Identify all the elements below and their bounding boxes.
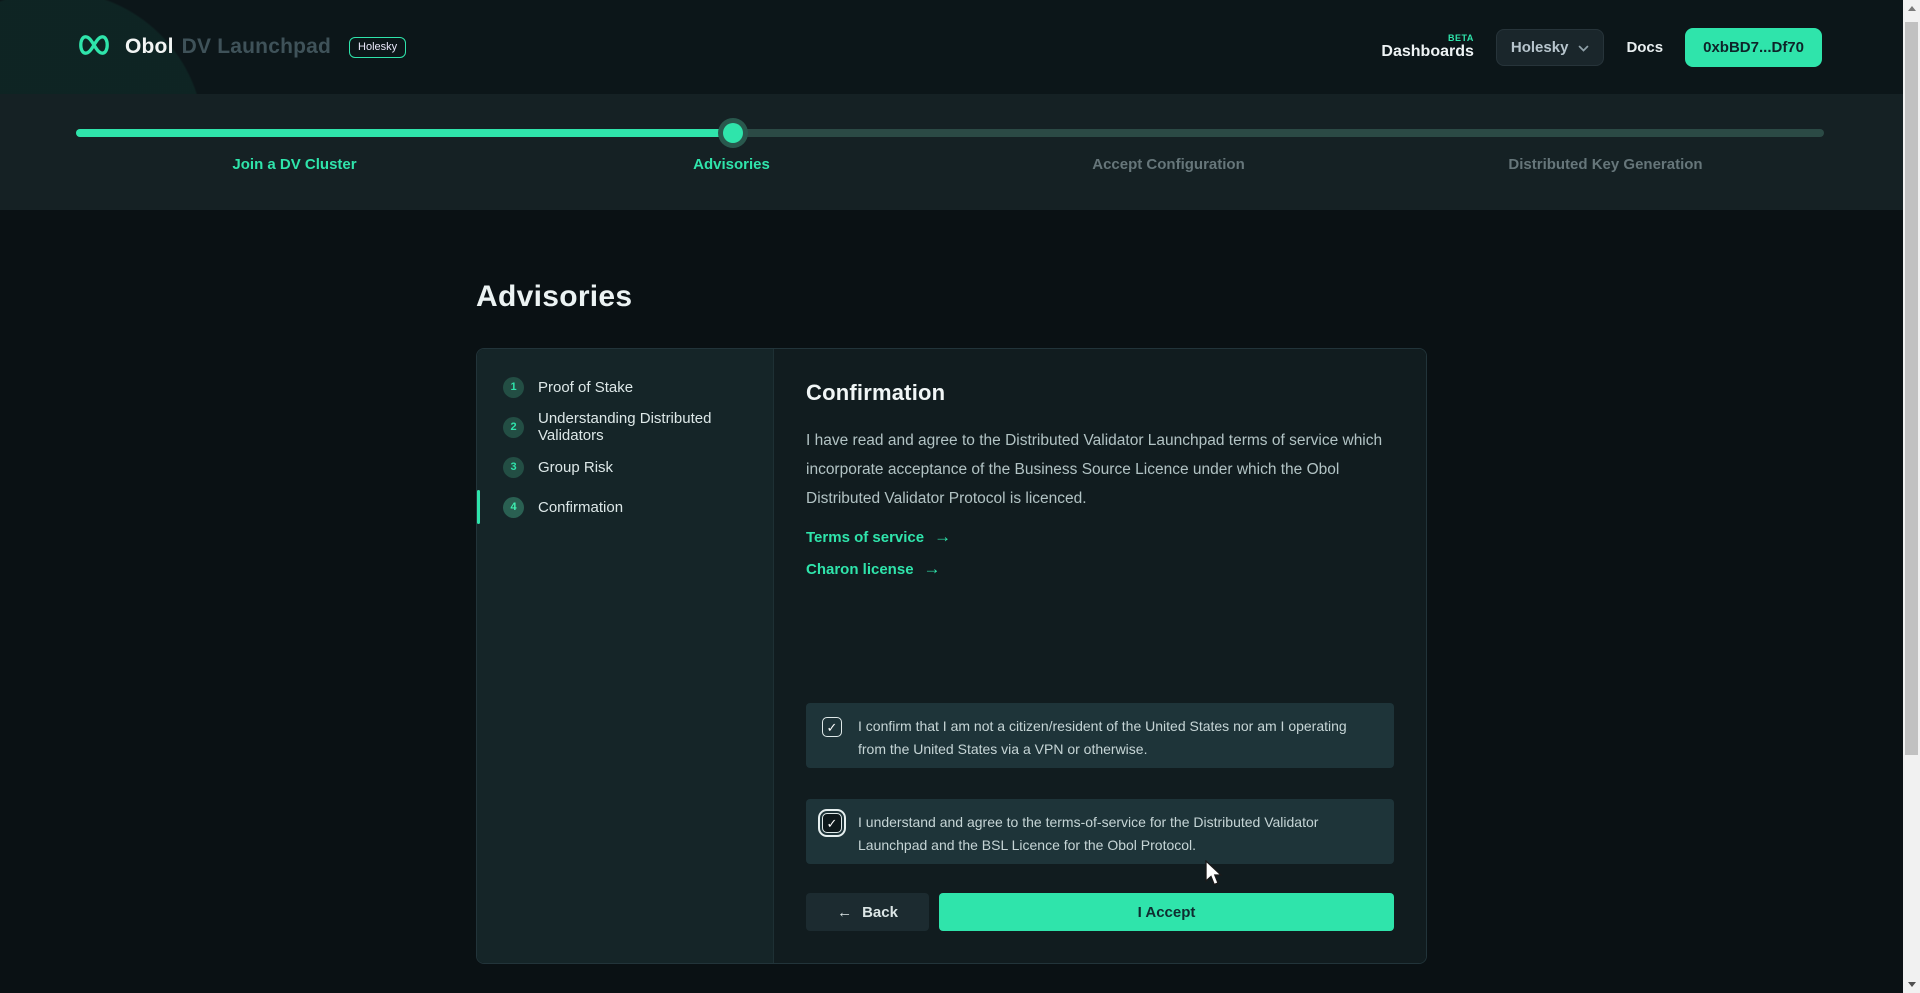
obol-infinity-icon	[75, 34, 113, 61]
stepper-step-join-cluster: Join a DV Cluster	[76, 155, 513, 175]
progress-stepper: Join a DV Cluster Advisories Accept Conf…	[0, 94, 1903, 210]
top-bar: Obol DV Launchpad Holesky BETA Dashboard…	[0, 0, 1903, 94]
advisory-steps-sidebar: 1 Proof of Stake 2 Understanding Distrib…	[477, 349, 774, 963]
advisories-card: 1 Proof of Stake 2 Understanding Distrib…	[476, 348, 1427, 964]
accept-button[interactable]: I Accept	[939, 893, 1394, 931]
network-selector-value: Holesky	[1511, 39, 1569, 56]
back-button-label: Back	[862, 904, 898, 921]
active-indicator	[477, 490, 480, 524]
arrow-right-icon: →	[924, 559, 941, 579]
checkbox-label: I confirm that I am not a citizen/reside…	[858, 710, 1378, 761]
dashboards-label: Dashboards	[1381, 43, 1473, 61]
stepper-step-accept-configuration: Accept Configuration	[950, 155, 1387, 175]
main-content: Advisories 1 Proof of Stake 2 Understand…	[0, 210, 1903, 993]
page-title: Advisories	[0, 210, 1903, 315]
vertical-scrollbar[interactable]	[1903, 0, 1920, 993]
scrollbar-down-arrow[interactable]	[1903, 976, 1920, 993]
step-number-badge: 3	[503, 457, 524, 478]
nav-docs-link[interactable]: Docs	[1626, 39, 1663, 56]
confirmation-body-text: I have read and agree to the Distributed…	[806, 426, 1388, 513]
checkbox-label: I understand and agree to the terms-of-s…	[858, 806, 1378, 857]
stepper-step-dkg: Distributed Key Generation	[1387, 155, 1824, 175]
sidebar-item-label: Proof of Stake	[538, 379, 633, 396]
checkmark-icon: ✓	[827, 721, 838, 734]
back-button[interactable]: ← Back	[806, 893, 929, 931]
sidebar-item-label: Understanding Distributed Validators	[538, 410, 773, 444]
brand-name: Obol	[125, 35, 174, 59]
nav-dashboards[interactable]: BETA Dashboards	[1381, 33, 1473, 61]
link-label: Charon license	[806, 561, 914, 578]
step-number-badge: 1	[503, 377, 524, 398]
network-badge: Holesky	[349, 37, 406, 58]
section-title: Confirmation	[806, 380, 1394, 406]
progress-bar	[76, 129, 1824, 137]
action-buttons: ← Back I Accept	[806, 893, 1394, 931]
confirmation-panel: Confirmation I have read and agree to th…	[774, 349, 1426, 963]
document-links: Terms of service → Charon license →	[806, 526, 1394, 580]
top-nav: BETA Dashboards Holesky Docs 0xbBD7...Df…	[1381, 28, 1822, 67]
sidebar-item-group-risk[interactable]: 3 Group Risk	[477, 447, 773, 487]
triangle-up-icon	[1908, 6, 1916, 11]
brand-product-name: DV Launchpad	[182, 35, 331, 59]
scrollbar-thumb[interactable]	[1905, 22, 1918, 755]
progress-bar-current-dot	[723, 123, 743, 143]
sidebar-item-confirmation[interactable]: 4 Confirmation	[477, 487, 773, 527]
brand-logo[interactable]: Obol DV Launchpad Holesky	[75, 34, 406, 61]
scrollbar-up-arrow[interactable]	[1903, 0, 1920, 17]
stepper-step-advisories: Advisories	[513, 155, 950, 175]
wallet-address-button[interactable]: 0xbBD7...Df70	[1685, 28, 1822, 67]
charon-license-link[interactable]: Charon license →	[806, 558, 1394, 580]
sidebar-item-label: Group Risk	[538, 459, 613, 476]
citizenship-checkbox-row[interactable]: ✓ I confirm that I am not a citizen/resi…	[806, 703, 1394, 768]
obol-dv-launchpad-app: Obol DV Launchpad Holesky BETA Dashboard…	[0, 0, 1903, 993]
sidebar-item-understanding-distributed-validators[interactable]: 2 Understanding Distributed Validators	[477, 407, 773, 447]
chevron-down-icon	[1578, 39, 1589, 56]
stepper-labels: Join a DV Cluster Advisories Accept Conf…	[76, 155, 1824, 175]
checkmark-icon: ✓	[827, 817, 838, 830]
checkbox-checked[interactable]: ✓	[822, 717, 842, 737]
terms-of-service-link[interactable]: Terms of service →	[806, 526, 1394, 548]
link-label: Terms of service	[806, 529, 924, 546]
sidebar-item-label: Confirmation	[538, 499, 623, 516]
network-selector-dropdown[interactable]: Holesky	[1496, 29, 1605, 66]
triangle-down-icon	[1908, 982, 1916, 987]
sidebar-item-proof-of-stake[interactable]: 1 Proof of Stake	[477, 367, 773, 407]
beta-tag: BETA	[1448, 33, 1474, 43]
step-number-badge: 4	[503, 497, 524, 518]
checkbox-checked-focused[interactable]: ✓	[822, 813, 842, 833]
step-number-badge: 2	[503, 417, 524, 438]
terms-agreement-checkbox-row[interactable]: ✓ I understand and agree to the terms-of…	[806, 799, 1394, 864]
confirmation-checkboxes: ✓ I confirm that I am not a citizen/resi…	[806, 703, 1394, 864]
progress-bar-fill	[76, 129, 733, 137]
arrow-right-icon: →	[934, 527, 951, 547]
arrow-left-icon: ←	[837, 904, 852, 921]
